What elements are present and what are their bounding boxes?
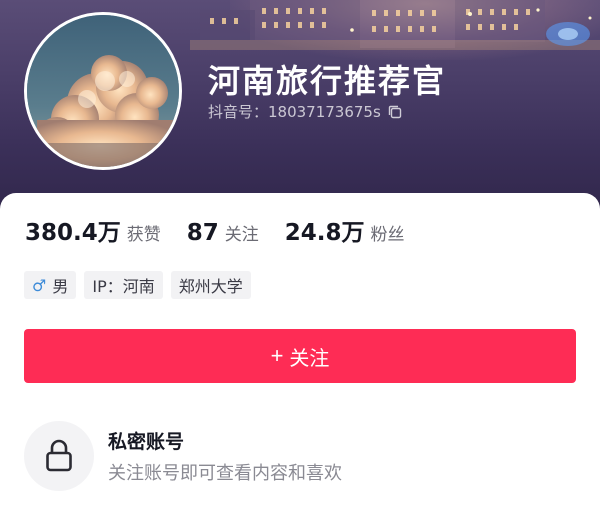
douyin-id[interactable]: 抖音号：18037173675s bbox=[208, 101, 403, 122]
male-icon: ♂ bbox=[32, 275, 47, 295]
school-tag[interactable]: 郑州大学 bbox=[170, 271, 251, 299]
douyin-id-text: 抖音号：18037173675s bbox=[208, 103, 381, 121]
copy-icon[interactable] bbox=[387, 104, 403, 120]
profile-tags: ♂ 男 IP：河南 郑州大学 bbox=[24, 271, 259, 299]
private-account-description: 关注账号即可查看内容和喜欢 bbox=[108, 463, 342, 484]
plus-icon: + bbox=[270, 343, 284, 368]
followers-label[interactable]: 粉丝 bbox=[371, 220, 405, 245]
gender-tag: ♂ 男 bbox=[24, 271, 77, 299]
private-account-title: 私密账号 bbox=[108, 431, 185, 453]
likes-count: 380.4万 bbox=[25, 220, 121, 246]
following-label[interactable]: 关注 bbox=[225, 220, 259, 245]
profile-banner: 河南旅行推荐官 抖音号：18037173675s bbox=[0, 0, 600, 225]
profile-name: 河南旅行推荐官 bbox=[208, 62, 447, 100]
ip-tag: IP：河南 bbox=[84, 271, 163, 299]
school-label: 郑州大学 bbox=[178, 277, 243, 296]
followers-count: 24.8万 bbox=[284, 220, 365, 246]
stats-row: 380.4万 获赞 87 关注 24.8万 粉丝 bbox=[25, 213, 431, 247]
lock-icon-wrapper bbox=[24, 421, 94, 491]
likes-label[interactable]: 获赞 bbox=[127, 220, 161, 245]
profile-card: 380.4万 获赞 87 关注 24.8万 粉丝 ♂ 男 IP：河南 郑州大学 … bbox=[0, 193, 600, 512]
avatar[interactable] bbox=[24, 12, 182, 170]
follow-button[interactable]: + 关注 bbox=[24, 329, 576, 383]
ip-label: IP：河南 bbox=[92, 277, 155, 296]
following-count: 87 bbox=[186, 220, 219, 246]
follow-button-label: 关注 bbox=[289, 347, 330, 370]
private-account-notice: 私密账号 关注账号即可查看内容和喜欢 bbox=[24, 421, 576, 491]
lock-icon bbox=[46, 439, 72, 472]
cloud-sky-avatar bbox=[27, 15, 179, 167]
gender-label: 男 bbox=[52, 277, 69, 296]
